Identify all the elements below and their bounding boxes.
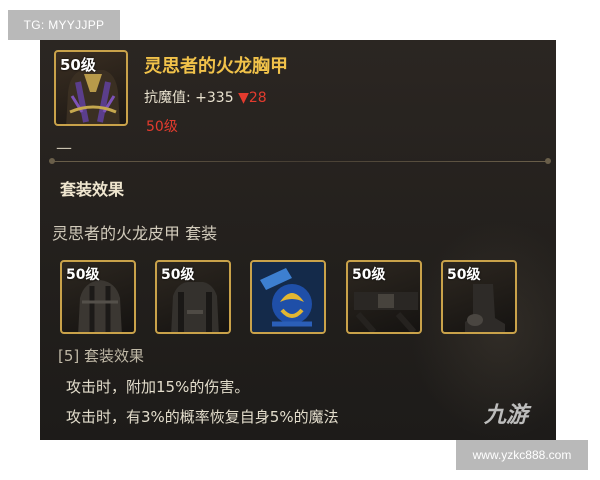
stat-label: 抗魔值:: [144, 90, 191, 106]
set-piece-helmet[interactable]: 50级: [60, 260, 136, 334]
set-bonus-line: 攻击时，有3%的概率恢复自身5%的魔法: [66, 408, 339, 426]
set-piece-level: 50级: [447, 267, 481, 283]
watermark-bottom-right: www.yzkc888.com: [456, 440, 588, 470]
set-name: 灵思者的火龙皮甲 套装: [52, 224, 218, 243]
set-piece-level: 50级: [352, 267, 386, 283]
level-requirement: 50级: [146, 119, 178, 135]
brand-logo-text: 九游: [484, 403, 529, 428]
set-piece-belt[interactable]: 50级: [346, 260, 422, 334]
brand-logo: 九游: [484, 397, 528, 429]
set-effect-title: 套装效果: [60, 180, 125, 199]
item-name: 灵思者的火龙胸甲: [144, 56, 288, 77]
set-piece-level: 50级: [161, 267, 195, 283]
item-icon-frame[interactable]: 50级: [54, 50, 128, 126]
separator-dash: —: [56, 138, 72, 157]
set-piece-shoulder[interactable]: [250, 260, 326, 334]
set-bonus-header: [5] 套装效果: [58, 347, 145, 365]
item-level-tag: 50级: [60, 56, 96, 74]
watermark-top-left: TG: MYYJJPP: [8, 10, 120, 40]
set-piece-level: 50级: [66, 267, 100, 283]
item-tooltip-panel: 50级 灵思者的火龙胸甲 抗魔值: +335 ▼28 50级 — 套装效果 灵思…: [40, 40, 556, 440]
stat-change: ▼28: [238, 90, 267, 106]
stat-line: 抗魔值: +335 ▼28: [144, 87, 267, 107]
section-divider: [52, 161, 548, 162]
set-piece-boots[interactable]: 50级: [441, 260, 517, 334]
set-piece-chest[interactable]: 50级: [155, 260, 231, 334]
set-bonus-line: 攻击时，附加15%的伤害。: [66, 378, 250, 396]
shoulder-armor-icon: [252, 262, 324, 332]
divider-dot-right: [545, 158, 551, 164]
stat-value: +335: [195, 90, 234, 106]
